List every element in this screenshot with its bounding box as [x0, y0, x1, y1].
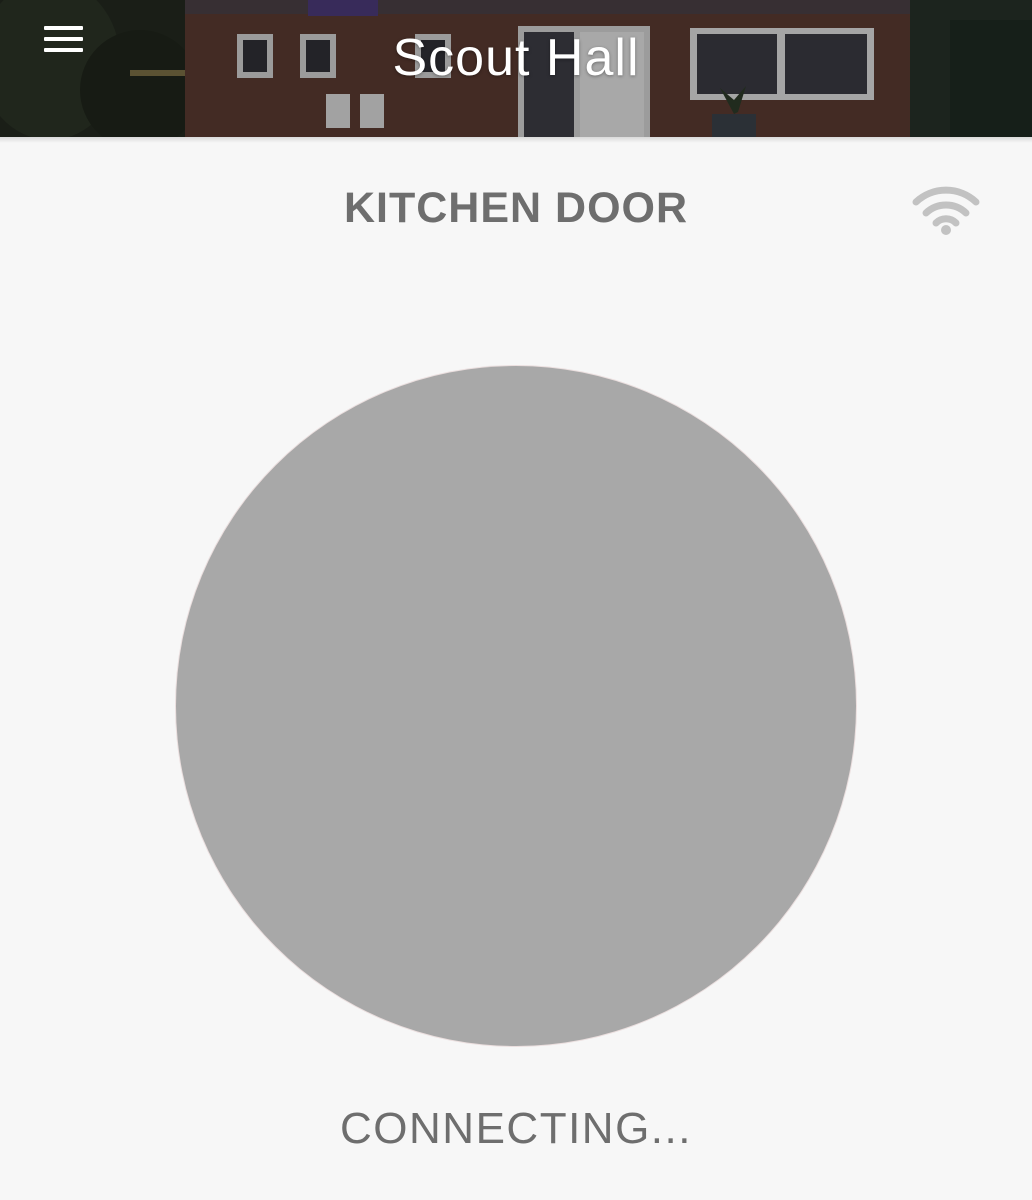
connection-status: CONNECTING... — [340, 1104, 692, 1153]
wifi-icon — [912, 186, 980, 235]
header-shadow — [0, 137, 1032, 143]
lock-toggle-button[interactable] — [176, 366, 856, 1046]
door-name: KITCHEN DOOR — [343, 184, 689, 232]
location-title: Scout Hall — [392, 29, 640, 87]
app-header: Scout Hall — [0, 0, 1032, 137]
